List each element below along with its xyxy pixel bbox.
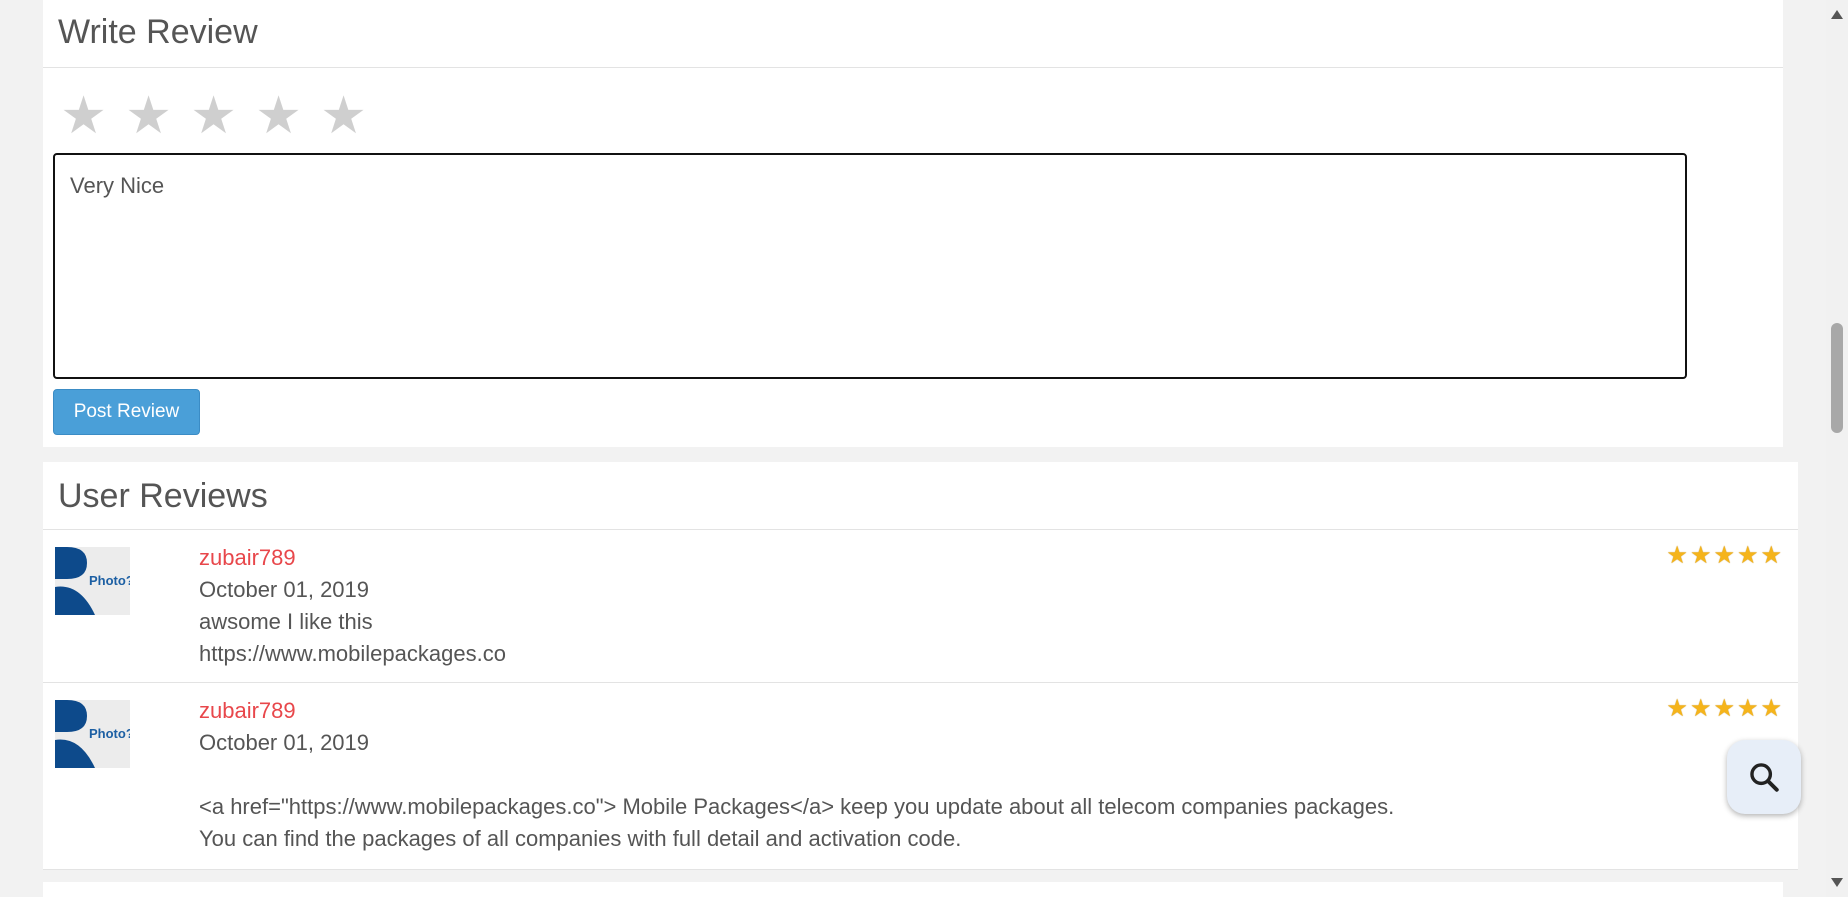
- review-text-line: https://www.mobilepackages.co: [199, 641, 506, 666]
- star-filled-icon: ★: [1760, 542, 1782, 569]
- avatar: Photo?: [55, 700, 130, 768]
- scroll-down-arrow-icon[interactable]: [1831, 878, 1843, 887]
- rating-star-5-icon[interactable]: ★: [311, 88, 376, 144]
- star-filled-icon: ★: [1689, 542, 1712, 569]
- review-textarea[interactable]: Very Nice: [53, 153, 1687, 379]
- rating-star-4-icon[interactable]: ★: [246, 88, 311, 144]
- scrollbar-thumb[interactable]: [1831, 323, 1843, 433]
- write-review-title: Write Review: [58, 13, 258, 51]
- vertical-scrollbar[interactable]: [1826, 0, 1848, 897]
- user-reviews-panel: User Reviews Photo? zubair789 October 01…: [43, 462, 1798, 870]
- post-review-button[interactable]: Post Review: [53, 389, 200, 435]
- user-reviews-title: User Reviews: [58, 477, 268, 515]
- review-date: October 01, 2019: [199, 577, 370, 602]
- scroll-up-arrow-icon[interactable]: [1831, 10, 1843, 19]
- review-username-link[interactable]: zubair789: [199, 542, 506, 574]
- star-filled-icon: ★: [1713, 542, 1735, 569]
- review-text-line: <a href="https://www.mobilepackages.co">…: [199, 794, 1395, 819]
- review-item: Photo? zubair789 October 01, 2019 awsome…: [43, 530, 1798, 683]
- svg-text:Photo?: Photo?: [89, 573, 130, 588]
- rating-star-3-icon[interactable]: ★: [181, 88, 246, 144]
- review-date: October 01, 2019: [199, 730, 370, 755]
- review-body: zubair789 October 01, 2019 awsome I like…: [199, 542, 506, 670]
- review-text-line: awsome I like this: [199, 609, 373, 634]
- search-icon: [1750, 763, 1779, 792]
- review-rating: ★ ★ ★ ★ ★: [1666, 697, 1782, 721]
- review-username-link[interactable]: zubair789: [199, 695, 1394, 727]
- rating-input: ★ ★ ★ ★ ★: [51, 88, 376, 144]
- review-item: Photo? zubair789 October 01, 2019 <a hre…: [43, 683, 1798, 870]
- page: Write Review ★ ★ ★ ★ ★ Very Nice Post Re…: [0, 0, 1848, 897]
- star-filled-icon: ★: [1760, 695, 1782, 722]
- next-panel-edge: [43, 882, 1783, 897]
- avatar-placeholder-icon: Photo?: [55, 700, 130, 768]
- avatar-placeholder-icon: Photo?: [55, 547, 130, 615]
- review-body: zubair789 October 01, 2019 <a href="http…: [199, 695, 1394, 855]
- review-text-line: You can find the packages of all compani…: [199, 826, 962, 851]
- review-text-line: [199, 759, 1394, 791]
- rating-star-1-icon[interactable]: ★: [51, 88, 116, 144]
- divider: [43, 67, 1783, 68]
- write-review-panel: Write Review ★ ★ ★ ★ ★ Very Nice Post Re…: [43, 0, 1783, 447]
- star-filled-icon: ★: [1666, 542, 1688, 569]
- star-filled-icon: ★: [1736, 695, 1759, 722]
- svg-text:Photo?: Photo?: [89, 726, 130, 741]
- review-rating: ★ ★ ★ ★ ★: [1666, 544, 1782, 568]
- star-filled-icon: ★: [1689, 695, 1712, 722]
- avatar: Photo?: [55, 547, 130, 615]
- star-filled-icon: ★: [1713, 695, 1735, 722]
- rating-star-2-icon[interactable]: ★: [116, 88, 181, 144]
- floating-search-button[interactable]: [1727, 740, 1801, 814]
- star-filled-icon: ★: [1666, 695, 1688, 722]
- star-filled-icon: ★: [1736, 542, 1759, 569]
